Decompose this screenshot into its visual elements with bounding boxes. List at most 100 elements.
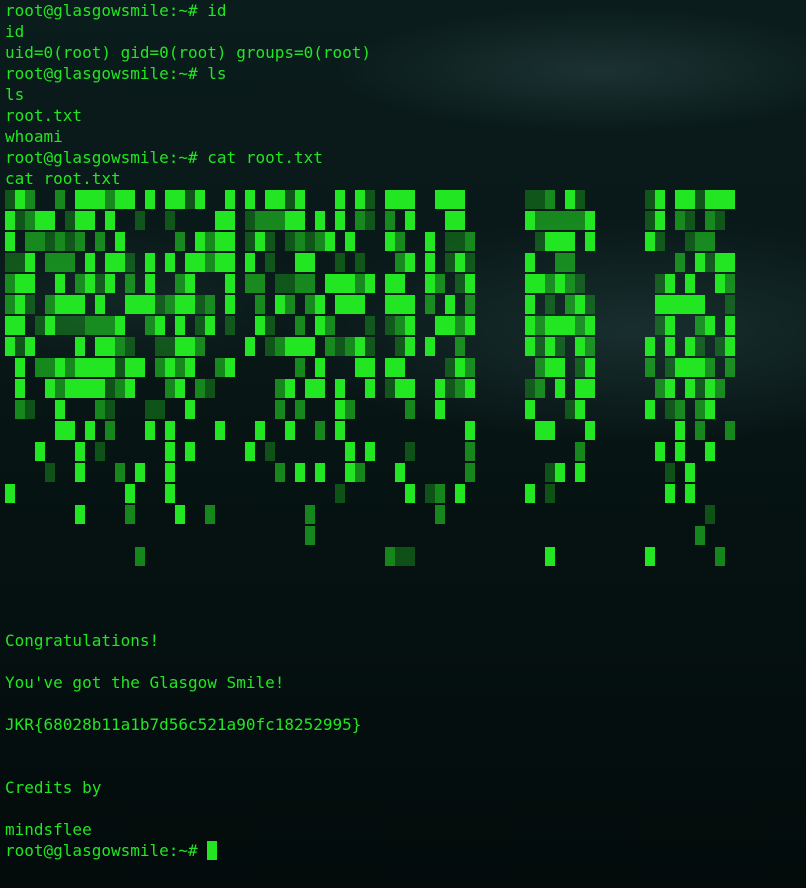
ascii-block <box>95 190 105 209</box>
ascii-block <box>115 463 125 482</box>
ascii-block <box>555 379 565 398</box>
ascii-block <box>135 547 145 566</box>
ascii-block <box>355 190 365 209</box>
ascii-block <box>465 232 475 251</box>
ascii-block <box>445 379 455 398</box>
ascii-block <box>705 400 715 419</box>
ascii-block <box>105 211 115 230</box>
ascii-block <box>545 274 555 293</box>
ascii-block <box>405 253 415 272</box>
ascii-block <box>175 295 185 314</box>
ascii-block <box>335 400 345 419</box>
ascii-block <box>385 358 395 377</box>
ascii-block <box>455 316 465 335</box>
ascii-block <box>365 358 375 377</box>
ascii-block <box>715 547 725 566</box>
ascii-block <box>145 274 155 293</box>
ascii-block <box>215 358 225 377</box>
ascii-block <box>215 232 225 251</box>
ascii-block <box>95 400 105 419</box>
ascii-block <box>25 253 35 272</box>
ascii-block <box>305 253 315 272</box>
ascii-block <box>125 190 135 209</box>
ascii-block <box>535 274 545 293</box>
ascii-block <box>385 379 395 398</box>
ascii-block <box>285 232 295 251</box>
ascii-block <box>465 463 475 482</box>
ascii-block <box>295 358 305 377</box>
ascii-block <box>145 400 155 419</box>
ascii-block <box>575 358 585 377</box>
ascii-block <box>425 337 435 356</box>
ascii-block <box>405 379 415 398</box>
ascii-block <box>545 316 555 335</box>
ascii-block <box>695 232 705 251</box>
ascii-block <box>25 211 35 230</box>
ascii-block <box>85 379 95 398</box>
ascii-block <box>695 526 705 545</box>
ascii-block <box>355 337 365 356</box>
ascii-block <box>175 232 185 251</box>
ascii-block <box>125 358 135 377</box>
ascii-block <box>165 358 175 377</box>
ascii-block <box>45 232 55 251</box>
ascii-block <box>75 463 85 482</box>
ascii-block <box>355 463 365 482</box>
ascii-block <box>175 379 185 398</box>
ascii-block <box>155 358 165 377</box>
ascii-block <box>545 463 555 482</box>
ascii-block <box>175 358 185 377</box>
terminal-line: root@glasgowsmile:~# id <box>5 1 227 20</box>
ascii-block <box>665 484 675 503</box>
ascii-block <box>325 232 335 251</box>
ascii-block <box>165 211 175 230</box>
ascii-block <box>395 337 405 356</box>
ascii-block <box>75 232 85 251</box>
ascii-block <box>545 295 555 314</box>
ascii-block <box>365 274 375 293</box>
ascii-block <box>355 295 365 314</box>
ascii-block <box>195 232 205 251</box>
ascii-block <box>335 295 345 314</box>
ascii-block <box>135 295 145 314</box>
ascii-block <box>645 547 655 566</box>
ascii-block <box>525 274 535 293</box>
ascii-block <box>55 295 65 314</box>
ascii-block <box>425 232 435 251</box>
ascii-block <box>425 274 435 293</box>
ascii-block <box>295 400 305 419</box>
terminal-window[interactable]: root@glasgowsmile:~# id id uid=0(root) g… <box>0 0 806 888</box>
ascii-block <box>385 316 395 335</box>
ascii-block <box>245 274 255 293</box>
ascii-block <box>465 358 475 377</box>
ascii-block <box>715 253 725 272</box>
terminal-prompt[interactable]: root@glasgowsmile:~# <box>5 840 218 861</box>
ascii-block <box>25 295 35 314</box>
ascii-block <box>165 337 175 356</box>
ascii-block <box>575 442 585 461</box>
ascii-block <box>295 274 305 293</box>
ascii-block <box>95 232 105 251</box>
ascii-block <box>425 253 435 272</box>
ascii-block <box>305 337 315 356</box>
ascii-block <box>465 421 475 440</box>
ascii-block <box>465 253 475 272</box>
ascii-block <box>195 337 205 356</box>
ascii-block <box>125 253 135 272</box>
ascii-block <box>295 253 305 272</box>
ascii-block <box>115 316 125 335</box>
ascii-block <box>455 232 465 251</box>
ascii-block <box>215 253 225 272</box>
ascii-block <box>365 316 375 335</box>
ascii-block <box>385 232 395 251</box>
ascii-block <box>445 211 455 230</box>
ascii-block <box>665 316 675 335</box>
ascii-block <box>105 379 115 398</box>
ascii-block <box>685 295 695 314</box>
ascii-block <box>585 358 595 377</box>
ascii-block <box>465 274 475 293</box>
ascii-block <box>275 463 285 482</box>
ascii-block <box>295 232 305 251</box>
ascii-block <box>395 463 405 482</box>
ascii-block <box>5 316 15 335</box>
